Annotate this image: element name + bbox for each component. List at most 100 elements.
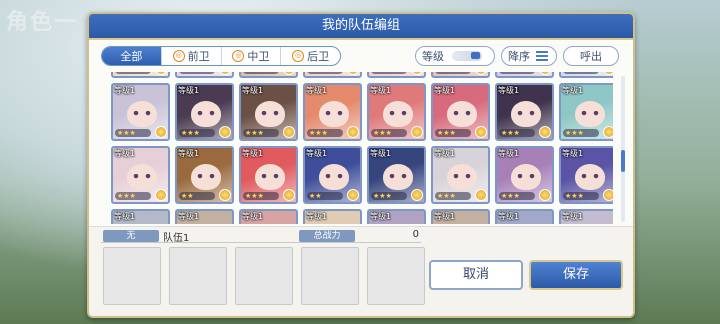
character-eyes <box>325 174 343 179</box>
save-button[interactable]: 保存 <box>529 260 623 290</box>
star-rating: ★★ <box>307 192 343 200</box>
star-rating: ★★★ <box>435 72 471 74</box>
star-rating: ★★★ <box>115 72 151 74</box>
callout-label: 呼出 <box>580 50 602 63</box>
team-slot[interactable] <box>235 247 293 305</box>
front-position-icon: ◎ <box>172 50 185 62</box>
sort-field-button[interactable]: 等级 <box>415 46 495 66</box>
character-card[interactable]: ★★★ <box>495 72 554 78</box>
character-card[interactable]: 等级1 <box>495 209 554 224</box>
total-power-label: 总战力 <box>299 230 355 242</box>
scrollbar-thumb[interactable] <box>621 150 625 172</box>
character-card[interactable]: ★★★ <box>559 72 613 78</box>
roster-row: 等级1 等级1 等级1 等级1 等级1 等级1 等级1 等级1 <box>111 209 613 224</box>
character-card[interactable]: 等级1 ★★★ <box>431 83 490 141</box>
rank-icon <box>411 126 423 138</box>
character-card[interactable]: ★★★ <box>239 72 298 78</box>
roster-scrollbar[interactable] <box>621 76 625 222</box>
middle-position-icon: ◎ <box>232 50 245 62</box>
rank-icon <box>347 72 359 75</box>
character-card[interactable]: ★★★ <box>303 72 362 78</box>
star-rating: ★★★ <box>563 192 599 200</box>
team-slot[interactable] <box>301 247 359 305</box>
character-card[interactable]: ★★★ <box>431 72 490 78</box>
cancel-button[interactable]: 取消 <box>429 260 523 290</box>
character-card[interactable]: 等级1 ★★★ <box>239 83 298 141</box>
character-card[interactable]: 等级1 <box>175 209 234 224</box>
filter-tab-1[interactable]: ◎ 前卫 <box>162 47 222 65</box>
star-rating: ★★ <box>179 192 215 200</box>
level-label: 等级1 <box>242 149 264 158</box>
character-card[interactable]: 等级1 <box>303 209 362 224</box>
level-label: 等级1 <box>562 86 584 95</box>
level-label: 等级1 <box>178 149 200 158</box>
level-label: 等级1 <box>498 149 520 158</box>
character-card[interactable]: 等级1 <box>559 209 613 224</box>
character-card[interactable]: 等级1 ★★★ <box>495 83 554 141</box>
sort-order-button[interactable]: 降序 <box>501 46 557 66</box>
star-rating: ★★★ <box>307 129 343 137</box>
total-power-value: 0 <box>412 229 419 240</box>
character-card[interactable]: 等级1 ★★★ <box>559 146 613 204</box>
level-label: 等级1 <box>114 86 136 95</box>
level-label: 等级1 <box>498 86 520 95</box>
star-rating: ★★★ <box>115 192 151 200</box>
character-eyes <box>261 111 279 116</box>
character-eyes <box>197 111 215 116</box>
character-card[interactable]: 等级1 <box>431 209 490 224</box>
team-slot[interactable] <box>169 247 227 305</box>
rank-icon <box>283 126 295 138</box>
level-label: 等级1 <box>434 86 456 95</box>
character-card[interactable]: 等级1 ★★★ <box>111 83 170 141</box>
star-rating: ★★★ <box>307 72 343 74</box>
character-card[interactable]: 等级1 ★★★ <box>175 83 234 141</box>
rank-icon <box>155 189 167 201</box>
character-card[interactable]: 等级1 <box>111 209 170 224</box>
character-card[interactable]: 等级1 <box>367 209 426 224</box>
filter-tab-3[interactable]: ◎ 后卫 <box>281 47 340 65</box>
rank-icon <box>603 126 613 138</box>
character-card[interactable]: 等级1 ★★★ <box>367 146 426 204</box>
character-card[interactable]: 等级1 <box>239 209 298 224</box>
character-eyes <box>389 174 407 179</box>
character-card[interactable]: ★★★ <box>111 72 170 78</box>
character-card[interactable]: 等级1 ★★★ <box>431 146 490 204</box>
rank-icon <box>155 72 167 75</box>
level-label: 等级1 <box>498 212 520 221</box>
team-slot[interactable] <box>103 247 161 305</box>
background-title: 角色一 <box>6 9 79 35</box>
character-card[interactable]: 等级1 ★★★ <box>559 83 613 141</box>
character-eyes <box>389 111 407 116</box>
star-rating: ★★★ <box>563 129 599 137</box>
character-card[interactable]: 等级1 ★★★ <box>367 83 426 141</box>
filter-tab-label: 全部 <box>120 50 143 63</box>
rank-icon <box>219 189 231 201</box>
callout-button[interactable]: 呼出 <box>563 46 619 66</box>
filter-tab-0[interactable]: 全部 <box>102 47 162 65</box>
character-card[interactable]: 等级1 ★★ <box>303 146 362 204</box>
star-rating: ★★★ <box>179 129 215 137</box>
character-card[interactable]: ★★ <box>367 72 426 78</box>
character-eyes <box>453 111 471 116</box>
level-label: 等级1 <box>562 212 584 221</box>
filter-tab-2[interactable]: ◎ 中卫 <box>222 47 282 65</box>
star-rating: ★★★ <box>435 129 471 137</box>
star-rating: ★★★ <box>243 192 279 200</box>
level-label: 等级1 <box>114 212 136 221</box>
character-card[interactable]: ★★★ <box>175 72 234 78</box>
character-card[interactable]: 等级1 ★★★ <box>239 146 298 204</box>
divider <box>101 242 421 243</box>
sort-order-label: 降序 <box>508 50 530 63</box>
team-slot[interactable] <box>367 247 425 305</box>
level-label: 等级1 <box>562 149 584 158</box>
character-card[interactable]: 等级1 ★★ <box>175 146 234 204</box>
roster-row: 等级1 ★★★ 等级1 ★★★ 等级1 ★★★ 等级1 ★★★ 等级1 ★★★ 等级1 ★★★ 等级1 ★… <box>111 83 613 141</box>
character-eyes <box>453 174 471 179</box>
rank-icon <box>219 126 231 138</box>
character-card[interactable]: 等级1 ★★★ <box>495 146 554 204</box>
character-card[interactable]: 等级1 ★★★ <box>303 83 362 141</box>
dialog-title: 我的队伍编组 <box>89 14 633 40</box>
character-card[interactable]: 等级1 ★★★ <box>111 146 170 204</box>
character-roster[interactable]: ★★★★★★★★★★★★★★★★★★★★★★★等级1★★★等级1★★★等级1★★… <box>101 72 613 224</box>
character-eyes <box>133 174 151 179</box>
